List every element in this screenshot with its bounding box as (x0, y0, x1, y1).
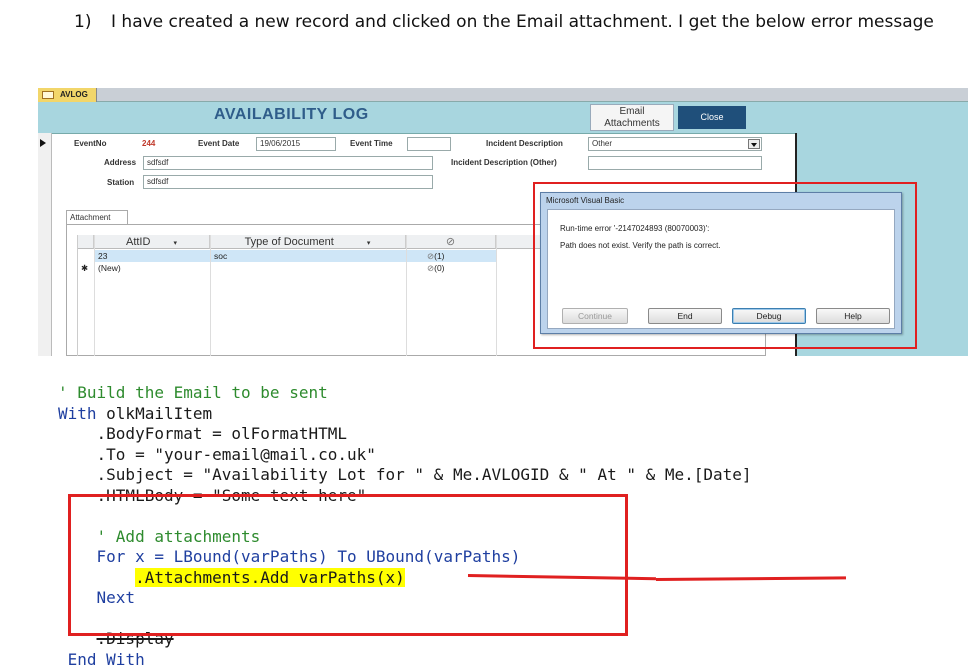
cell-type[interactable]: soc (210, 250, 227, 262)
code-text: olkMailItem (97, 404, 213, 423)
question-body: I have created a new record and clicked … (111, 8, 941, 36)
document-tab-strip: AVLOG (38, 88, 968, 102)
event-no-field[interactable]: 244 (138, 137, 190, 151)
close-button[interactable]: Close (678, 106, 746, 129)
code-text: .To = "your-email@mail.co.uk" (97, 445, 376, 464)
column-header-attid-label: AttID (126, 236, 150, 248)
error-dialog: Microsoft Visual Basic Run-time error '-… (540, 192, 902, 334)
email-attachments-button[interactable]: Email Attachments (590, 104, 674, 131)
document-tab-label: AVLOG (60, 90, 88, 99)
code-comment: ' Build the Email to be sent (58, 383, 328, 402)
station-label: Station (107, 178, 134, 187)
incident-description-other-field[interactable] (588, 156, 762, 170)
error-message: Path does not exist. Verify the path is … (560, 241, 721, 250)
sort-arrow-icon[interactable]: ▾ (367, 240, 371, 247)
event-date-field[interactable]: 19/06/2015 (256, 137, 336, 151)
code-keyword: End With (68, 650, 145, 669)
dialog-title: Microsoft Visual Basic (546, 196, 624, 205)
incident-description-other-label: Incident Description (Other) (451, 158, 557, 167)
grid-corner[interactable] (78, 235, 94, 249)
event-date-label: Event Date (198, 139, 239, 148)
column-header-type[interactable]: Type of Document ▾ (210, 235, 406, 249)
current-record-arrow-icon (40, 139, 46, 147)
column-header-type-label: Type of Document (245, 236, 334, 248)
underline-annotation (656, 576, 846, 581)
form-title: AVAILABILITY LOG (214, 106, 369, 124)
grid-separator (496, 235, 497, 356)
row-selector[interactable] (78, 250, 94, 262)
highlight-box-code (68, 494, 628, 636)
cell-attachment-count-new[interactable]: ⊘(0) (423, 262, 445, 274)
code-text: .Subject = "Availability Lot for " & Me.… (97, 465, 752, 484)
cell-attachment-count[interactable]: ⊘(1) (423, 250, 445, 262)
code-line-to: .To = "your-email@mail.co.uk" (58, 445, 376, 466)
tab-attachment[interactable]: Attachment (66, 210, 128, 225)
cell-attid-new[interactable]: (New) (94, 262, 121, 274)
record-selector[interactable] (38, 133, 52, 356)
error-code: Run-time error '-2147024893 (80070003)': (560, 224, 709, 233)
dialog-body: Run-time error '-2147024893 (80070003)':… (547, 209, 895, 329)
end-button[interactable]: End (648, 308, 722, 324)
code-indent (58, 650, 68, 669)
attachment-count: (0) (434, 263, 444, 273)
address-label: Address (104, 158, 136, 167)
grid-separator (94, 235, 95, 356)
code-indent (58, 445, 97, 464)
debug-button[interactable]: Debug (732, 308, 806, 324)
grid-separator (406, 235, 407, 356)
column-header-attachments[interactable]: ⊘ (406, 235, 496, 249)
code-line-with: With olkMailItem (58, 404, 212, 425)
event-no-label: EventNo (74, 139, 106, 148)
new-row-selector[interactable]: ✱ (78, 262, 94, 274)
code-text: .BodyFormat = olFormatHTML (97, 424, 347, 443)
help-button[interactable]: Help (816, 308, 890, 324)
code-indent (58, 424, 97, 443)
list-number: 1) (74, 8, 91, 36)
code-indent (58, 465, 97, 484)
incident-description-label: Incident Description (486, 139, 563, 148)
form-icon (42, 91, 54, 99)
code-line-comment: ' Build the Email to be sent (58, 383, 328, 404)
incident-description-value: Other (592, 139, 612, 148)
sort-arrow-icon[interactable]: ▾ (174, 240, 178, 247)
code-keyword: With (58, 404, 97, 423)
address-field[interactable]: sdfsdf (143, 156, 433, 170)
attachment-count: (1) (434, 251, 444, 261)
paperclip-icon: ⊘ (446, 236, 455, 248)
cell-attid[interactable]: 23 (94, 250, 107, 262)
code-line-subject: .Subject = "Availability Lot for " & Me.… (58, 465, 752, 486)
grid-separator (210, 235, 211, 356)
incident-description-combo[interactable]: Other (588, 137, 762, 151)
event-time-field[interactable] (407, 137, 451, 151)
document-tab-avlog[interactable]: AVLOG (38, 88, 97, 102)
event-time-label: Event Time (350, 139, 393, 148)
column-header-attid[interactable]: AttID ▾ (94, 235, 210, 249)
continue-button[interactable]: Continue (562, 308, 628, 324)
station-field[interactable]: sdfsdf (143, 175, 433, 189)
chevron-down-icon[interactable] (748, 139, 760, 149)
code-line-end-with: End With (58, 650, 145, 670)
code-line-bodyformat: .BodyFormat = olFormatHTML (58, 424, 347, 445)
